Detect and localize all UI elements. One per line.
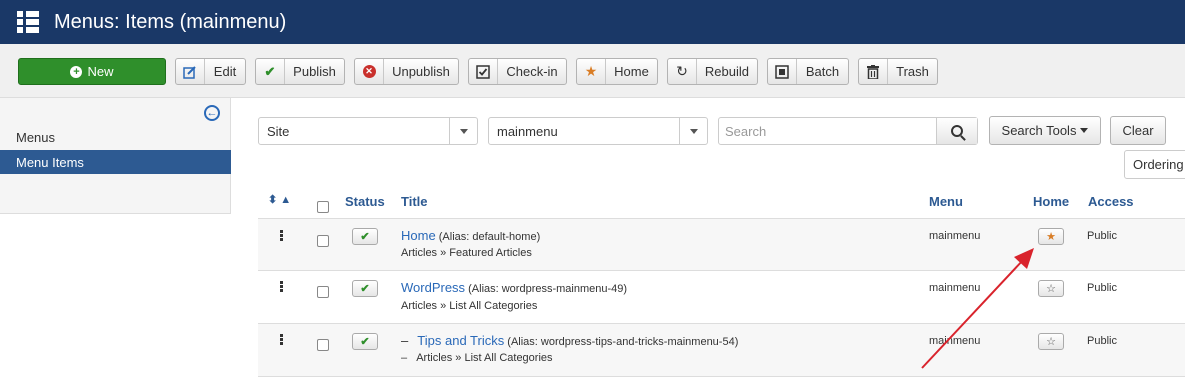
check-icon: ✔ bbox=[256, 59, 285, 84]
app-header: Menus: Items (mainmenu) bbox=[0, 0, 1185, 44]
ordering-select[interactable]: Ordering bbox=[1124, 150, 1185, 179]
item-access: Public bbox=[1087, 230, 1117, 242]
caret-down-icon bbox=[1080, 128, 1089, 133]
home-button[interactable]: ★ Home bbox=[576, 58, 658, 85]
drag-handle-icon[interactable] bbox=[280, 230, 283, 242]
home-default-toggle[interactable]: ☆ bbox=[1038, 280, 1064, 297]
home-default-toggle[interactable]: ☆ bbox=[1038, 333, 1064, 350]
clear-button[interactable]: Clear bbox=[1110, 116, 1166, 145]
item-alias: (Alias: wordpress-mainmenu-49) bbox=[468, 283, 628, 295]
item-access: Public bbox=[1087, 282, 1117, 294]
item-menu: mainmenu bbox=[929, 282, 981, 294]
edit-icon bbox=[176, 59, 205, 84]
client-select[interactable]: Site bbox=[258, 117, 478, 145]
item-menu: mainmenu bbox=[929, 230, 981, 242]
item-type: Articles » Featured Articles bbox=[401, 247, 532, 259]
sort-icon[interactable]: ⬍ ▲ bbox=[268, 193, 291, 206]
toolbar: + New Edit ✔ Publish ✕ Unpublish Check-i… bbox=[0, 44, 1185, 98]
item-type: Articles » List All Categories bbox=[401, 300, 538, 312]
row-checkbox[interactable] bbox=[317, 286, 329, 298]
chevron-down-icon bbox=[449, 118, 477, 144]
menu-select[interactable]: mainmenu bbox=[488, 117, 708, 145]
drag-handle-icon[interactable] bbox=[280, 281, 283, 293]
check-icon: ✔ bbox=[360, 336, 370, 348]
star-icon: ★ bbox=[1046, 231, 1056, 243]
item-alias: (Alias: default-home) bbox=[438, 231, 541, 243]
item-access: Public bbox=[1087, 335, 1117, 347]
row-checkbox[interactable] bbox=[317, 235, 329, 247]
table-row: ✔ Home (Alias: default-home) Articles » … bbox=[258, 219, 1185, 271]
star-outline-icon: ☆ bbox=[1046, 283, 1056, 295]
chevron-down-icon bbox=[679, 118, 707, 144]
batch-icon bbox=[768, 59, 797, 84]
menu-grid-icon[interactable] bbox=[17, 11, 39, 33]
column-header-status[interactable]: Status bbox=[345, 194, 385, 209]
item-type: Articles » List All Categories bbox=[416, 352, 553, 364]
check-icon: ✔ bbox=[360, 231, 370, 243]
rebuild-button[interactable]: ↻ Rebuild bbox=[667, 58, 758, 85]
search-button[interactable] bbox=[936, 118, 977, 144]
item-title-link[interactable]: Home bbox=[401, 228, 436, 243]
search-icon bbox=[951, 125, 963, 137]
item-alias: (Alias: wordpress-tips-and-tricks-mainme… bbox=[507, 336, 739, 348]
search-field[interactable]: Search bbox=[718, 117, 978, 145]
star-icon: ★ bbox=[577, 59, 606, 84]
checkbox-icon bbox=[469, 59, 498, 84]
column-header-menu[interactable]: Menu bbox=[929, 194, 963, 209]
refresh-icon: ↻ bbox=[668, 59, 697, 84]
row-checkbox[interactable] bbox=[317, 339, 329, 351]
trash-icon bbox=[859, 59, 888, 84]
checkin-button[interactable]: Check-in bbox=[468, 58, 567, 85]
sidebar-item-menu-items[interactable]: Menu Items bbox=[0, 150, 231, 174]
check-icon: ✔ bbox=[360, 283, 370, 295]
new-button[interactable]: + New bbox=[18, 58, 166, 85]
publish-button[interactable]: ✔ Publish bbox=[255, 58, 345, 85]
column-header-access[interactable]: Access bbox=[1088, 194, 1134, 209]
sidebar: ← Menus Menu Items bbox=[0, 98, 231, 214]
column-header-home[interactable]: Home bbox=[1033, 194, 1069, 209]
collapse-sidebar-icon[interactable]: ← bbox=[204, 105, 220, 121]
trash-button[interactable]: Trash bbox=[858, 58, 938, 85]
column-header-title[interactable]: Title bbox=[401, 194, 428, 209]
plus-icon: + bbox=[70, 65, 83, 78]
item-title-link[interactable]: Tips and Tricks bbox=[417, 333, 504, 348]
sidebar-item-menus[interactable]: Menus bbox=[0, 125, 231, 149]
batch-button[interactable]: Batch bbox=[767, 58, 849, 85]
edit-button[interactable]: Edit bbox=[175, 58, 246, 85]
level-prefix: – bbox=[401, 333, 409, 348]
item-menu: mainmenu bbox=[929, 335, 981, 347]
published-toggle[interactable]: ✔ bbox=[352, 333, 378, 350]
table-row: ✔ WordPress (Alias: wordpress-mainmenu-4… bbox=[258, 271, 1185, 324]
page-title: Menus: Items (mainmenu) bbox=[54, 10, 287, 33]
star-outline-icon: ☆ bbox=[1046, 336, 1056, 348]
published-toggle[interactable]: ✔ bbox=[352, 280, 378, 297]
home-default-toggle[interactable]: ★ bbox=[1038, 228, 1064, 245]
search-input[interactable]: Search bbox=[719, 118, 936, 144]
table-row: ✔ – Tips and Tricks (Alias: wordpress-ti… bbox=[258, 324, 1185, 377]
search-tools-button[interactable]: Search Tools bbox=[989, 116, 1101, 145]
published-toggle[interactable]: ✔ bbox=[352, 228, 378, 245]
drag-handle-icon[interactable] bbox=[280, 334, 283, 346]
level-prefix: – bbox=[401, 352, 408, 364]
unpublish-icon: ✕ bbox=[355, 59, 384, 84]
unpublish-button[interactable]: ✕ Unpublish bbox=[354, 58, 459, 85]
select-all-checkbox[interactable] bbox=[317, 201, 329, 213]
item-title-link[interactable]: WordPress bbox=[401, 280, 465, 295]
